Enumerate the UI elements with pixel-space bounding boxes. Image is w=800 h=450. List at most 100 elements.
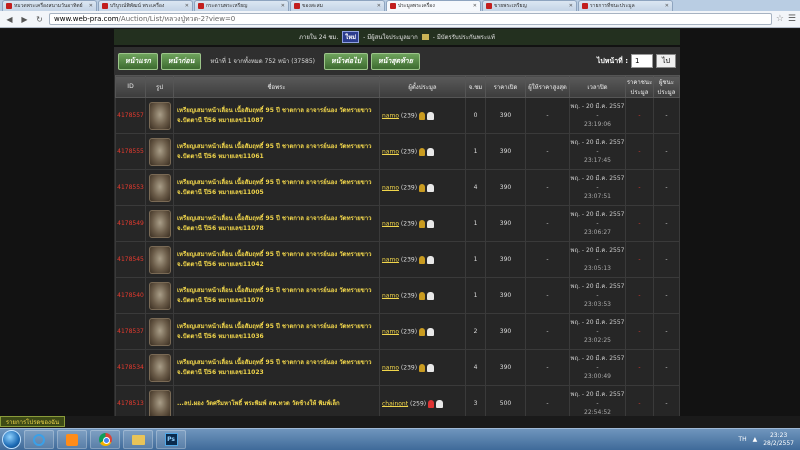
browser-tab[interactable]: กระดานพระเหรียญ ✕ <box>194 0 289 11</box>
thumbnail-cell[interactable] <box>145 349 174 386</box>
close-icon[interactable]: ✕ <box>377 3 381 9</box>
table-row[interactable]: 4178540 เหรียญเสมาหน้าเลื่อน เนื้อสัมฤทธิ… <box>115 277 680 314</box>
taskbar-photoshop[interactable]: Ps <box>156 430 186 449</box>
amulet-thumbnail[interactable] <box>148 281 171 310</box>
next-page-button[interactable]: หน้าต่อไป <box>324 52 369 70</box>
item-name[interactable]: ...ลป.ผอง วัดศรีมหาโพธิ์ พระพิมพ์ ลพ.ทวด… <box>173 385 380 416</box>
person-icon[interactable] <box>427 327 435 336</box>
seller-link[interactable]: namo <box>382 328 399 335</box>
browser-tab[interactable]: บริบูรณ์พิพัฒน์ พระเครื่อง ✕ <box>98 0 193 11</box>
header-top-bidder[interactable]: ผู้ให้ราคาสูงสุด <box>525 75 570 98</box>
item-name[interactable]: เหรียญเสมาหน้าเลื่อน เนื้อสัมฤทธิ์ 95 ปี… <box>173 277 380 314</box>
header-win-price[interactable]: ราคาชนะประมูล <box>625 75 654 98</box>
close-icon[interactable]: ✕ <box>665 3 669 9</box>
header-id[interactable]: ID <box>115 75 146 98</box>
table-row[interactable]: 4178534 เหรียญเสมาหน้าเลื่อน เนื้อสัมฤทธิ… <box>115 349 680 386</box>
seller-link[interactable]: namo <box>382 148 399 155</box>
favorites-tab[interactable]: รายการโปรดของฉัน <box>0 416 65 427</box>
url-input[interactable]: www.web-pra.com/Auction/List/หลวงปู่ทวด-… <box>49 13 772 25</box>
table-row[interactable]: 4178545 เหรียญเสมาหน้าเลื่อน เนื้อสัมฤทธิ… <box>115 241 680 278</box>
table-row[interactable]: 4178549 เหรียญเสมาหน้าเลื่อน เนื้อสัมฤทธิ… <box>115 205 680 242</box>
clock[interactable]: 23:23 28/2/2557 <box>763 432 794 448</box>
person-icon[interactable] <box>427 363 435 372</box>
browser-tab[interactable]: รายการที่ชนะประมูล ✕ <box>578 0 673 11</box>
person-icon[interactable] <box>436 399 444 408</box>
item-name[interactable]: เหรียญเสมาหน้าเลื่อน เนื้อสัมฤทธิ์ 95 ปี… <box>173 313 380 350</box>
amulet-thumbnail[interactable] <box>148 209 171 238</box>
back-icon[interactable]: ◀ <box>4 14 15 25</box>
auction-id[interactable]: 4178534 <box>115 349 146 386</box>
browser-tab[interactable]: ขายพระเหรียญ ✕ <box>482 0 577 11</box>
seller-link[interactable]: namo <box>382 292 399 299</box>
header-name[interactable]: ชื่อพระ <box>173 75 380 98</box>
last-page-button[interactable]: หน้าสุดท้าย <box>371 52 420 70</box>
start-button[interactable] <box>2 430 21 449</box>
bookmark-star-icon[interactable]: ☆ <box>776 14 784 24</box>
auction-id[interactable]: 4178553 <box>115 169 146 206</box>
amulet-thumbnail[interactable] <box>148 173 171 202</box>
auction-id[interactable]: 4178513 <box>115 385 146 416</box>
thumbnail-cell[interactable] <box>145 205 174 242</box>
seller-link[interactable]: namo <box>382 220 399 227</box>
item-name[interactable]: เหรียญเสมาหน้าเลื่อน เนื้อสัมฤทธิ์ 95 ปี… <box>173 241 380 278</box>
first-page-button[interactable]: หน้าแรก <box>118 52 158 70</box>
seller-link[interactable]: chainont <box>382 400 408 407</box>
person-icon[interactable] <box>427 291 435 300</box>
table-row[interactable]: 4178513 ...ลป.ผอง วัดศรีมหาโพธิ์ พระพิมพ์… <box>115 385 680 416</box>
taskbar-ie[interactable] <box>24 430 54 449</box>
browser-tab[interactable]: หมวดพระเครื่องสนามวันอาทิตย์ ✕ <box>2 0 97 11</box>
thumbnail-cell[interactable] <box>145 313 174 350</box>
table-row[interactable]: 4178555 เหรียญเสมาหน้าเลื่อน เนื้อสัมฤทธิ… <box>115 133 680 170</box>
auction-id[interactable]: 4178555 <box>115 133 146 170</box>
item-name[interactable]: เหรียญเสมาหน้าเลื่อน เนื้อสัมฤทธิ์ 95 ปี… <box>173 205 380 242</box>
amulet-thumbnail[interactable] <box>148 353 171 382</box>
amulet-thumbnail[interactable] <box>148 389 171 416</box>
amulet-thumbnail[interactable] <box>148 137 171 166</box>
seller-link[interactable]: namo <box>382 112 399 119</box>
item-name[interactable]: เหรียญเสมาหน้าเลื่อน เนื้อสัมฤทธิ์ 95 ปี… <box>173 169 380 206</box>
auction-id[interactable]: 4178549 <box>115 205 146 242</box>
close-icon[interactable]: ✕ <box>89 3 93 9</box>
close-icon[interactable]: ✕ <box>473 3 477 9</box>
language-indicator[interactable]: TH <box>738 436 746 443</box>
thumbnail-cell[interactable] <box>145 169 174 206</box>
item-name[interactable]: เหรียญเสมาหน้าเลื่อน เนื้อสัมฤทธิ์ 95 ปี… <box>173 97 380 134</box>
seller-link[interactable]: namo <box>382 364 399 371</box>
browser-tab[interactable]: ประมูลพระเครื่อง ✕ <box>386 0 481 11</box>
volume-icon[interactable]: ▲ <box>753 436 758 443</box>
amulet-thumbnail[interactable] <box>148 101 171 130</box>
menu-icon[interactable]: ☰ <box>788 14 796 24</box>
header-close-time[interactable]: เวลาปิด <box>569 75 626 98</box>
thumbnail-cell[interactable] <box>145 385 174 416</box>
taskbar-media[interactable] <box>57 430 87 449</box>
taskbar-chrome[interactable] <box>90 430 120 449</box>
thumbnail-cell[interactable] <box>145 241 174 278</box>
auction-id[interactable]: 4178540 <box>115 277 146 314</box>
table-row[interactable]: 4178537 เหรียญเสมาหน้าเลื่อน เนื้อสัมฤทธิ… <box>115 313 680 350</box>
forward-icon[interactable]: ▶ <box>19 14 30 25</box>
amulet-thumbnail[interactable] <box>148 245 171 274</box>
goto-page-input[interactable] <box>631 54 653 68</box>
header-winner[interactable]: ผู้ชนะประมูล <box>653 75 680 98</box>
person-icon[interactable] <box>427 111 435 120</box>
browser-tab[interactable]: ของสะสม ✕ <box>290 0 385 11</box>
auction-id[interactable]: 4178557 <box>115 97 146 134</box>
thumbnail-cell[interactable] <box>145 97 174 134</box>
person-icon[interactable] <box>427 183 435 192</box>
prev-page-button[interactable]: หน้าก่อน <box>160 52 202 70</box>
table-row[interactable]: 4178557 เหรียญเสมาหน้าเลื่อน เนื้อสัมฤทธิ… <box>115 97 680 134</box>
auction-id[interactable]: 4178545 <box>115 241 146 278</box>
header-bids[interactable]: จ.ชม <box>465 75 486 98</box>
close-icon[interactable]: ✕ <box>281 3 285 9</box>
close-icon[interactable]: ✕ <box>569 3 573 9</box>
person-icon[interactable] <box>427 219 435 228</box>
go-button[interactable]: ไป <box>656 54 676 68</box>
reload-icon[interactable]: ↻ <box>34 14 45 25</box>
auction-id[interactable]: 4178537 <box>115 313 146 350</box>
person-icon[interactable] <box>427 255 435 264</box>
thumbnail-cell[interactable] <box>145 277 174 314</box>
amulet-thumbnail[interactable] <box>148 317 171 346</box>
seller-link[interactable]: namo <box>382 256 399 263</box>
taskbar-explorer[interactable] <box>123 430 153 449</box>
table-row[interactable]: 4178553 เหรียญเสมาหน้าเลื่อน เนื้อสัมฤทธิ… <box>115 169 680 206</box>
